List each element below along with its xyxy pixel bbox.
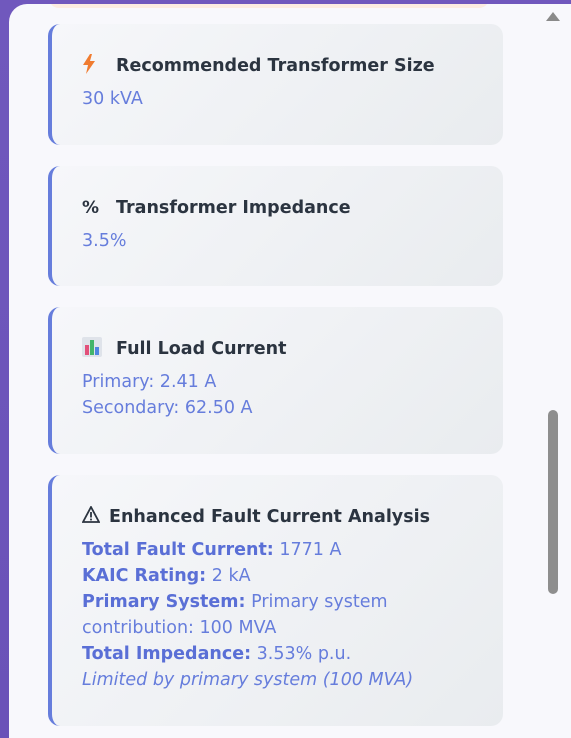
primary-system-row: Primary System: Primary system (82, 589, 503, 615)
impedance-value: 3.5% (82, 231, 127, 251)
secondary-current: Secondary: 62.50 A (82, 398, 253, 418)
card-title-text: Full Load Current (116, 339, 287, 359)
full-load-current-card: Full Load Current Primary: 2.41 A Second… (48, 307, 503, 454)
total-impedance-value: 3.53% p.u. (256, 644, 352, 664)
card-value: Primary: 2.41 A Secondary: 62.50 A (82, 369, 503, 421)
previous-card-edge (49, 4, 489, 8)
primary-system-value: Primary system (251, 592, 388, 612)
card-title-text: Recommended Transformer Size (116, 56, 435, 76)
fault-note-text: Limited by primary system (100 MVA) (82, 670, 414, 690)
total-fault-row: Total Fault Current: 1771 A (82, 537, 503, 563)
scroll-thumb[interactable] (548, 410, 558, 594)
kaic-label: KAIC Rating: (82, 566, 207, 586)
scrollbar[interactable] (543, 4, 563, 738)
primary-current: Primary: 2.41 A (82, 372, 217, 392)
percent-icon: % (82, 198, 100, 218)
card-title-text: Transformer Impedance (116, 198, 351, 218)
bar-chart-icon (82, 336, 108, 362)
primary-system-row-cont: contribution: 100 MVA (82, 618, 277, 638)
total-impedance-row: Total Impedance: 3.53% p.u. (82, 641, 503, 667)
card-value: Total Fault Current: 1771 A KAIC Rating:… (82, 537, 503, 693)
card-title: Full Load Current (82, 336, 503, 362)
card-title: Enhanced Fault Current Analysis (81, 505, 503, 529)
warning-icon (81, 505, 102, 528)
card-value: 30 kVA (82, 86, 503, 112)
primary-system-label: Primary System: (82, 592, 246, 612)
card-value: 3.5% (82, 228, 503, 254)
scroll-up-arrow-icon[interactable] (546, 12, 560, 21)
total-impedance-label: Total Impedance: (82, 644, 252, 664)
total-fault-value: 1771 A (279, 540, 342, 560)
card-title: % Transformer Impedance (82, 196, 503, 220)
card-title: Recommended Transformer Size (82, 53, 503, 79)
kaic-row: KAIC Rating: 2 kA (82, 563, 503, 589)
transformer-size-value: 30 kVA (82, 89, 143, 109)
lightning-icon (82, 53, 108, 79)
transformer-size-card: Recommended Transformer Size 30 kVA (48, 24, 503, 145)
card-title-text: Enhanced Fault Current Analysis (109, 507, 431, 527)
total-fault-label: Total Fault Current: (82, 540, 274, 560)
fault-current-card: Enhanced Fault Current Analysis Total Fa… (48, 475, 503, 726)
transformer-impedance-card: % Transformer Impedance 3.5% (48, 166, 503, 286)
fault-note: Limited by primary system (100 MVA) (82, 667, 503, 693)
kaic-value: 2 kA (211, 566, 251, 586)
results-panel: Recommended Transformer Size 30 kVA % Tr… (9, 4, 571, 738)
